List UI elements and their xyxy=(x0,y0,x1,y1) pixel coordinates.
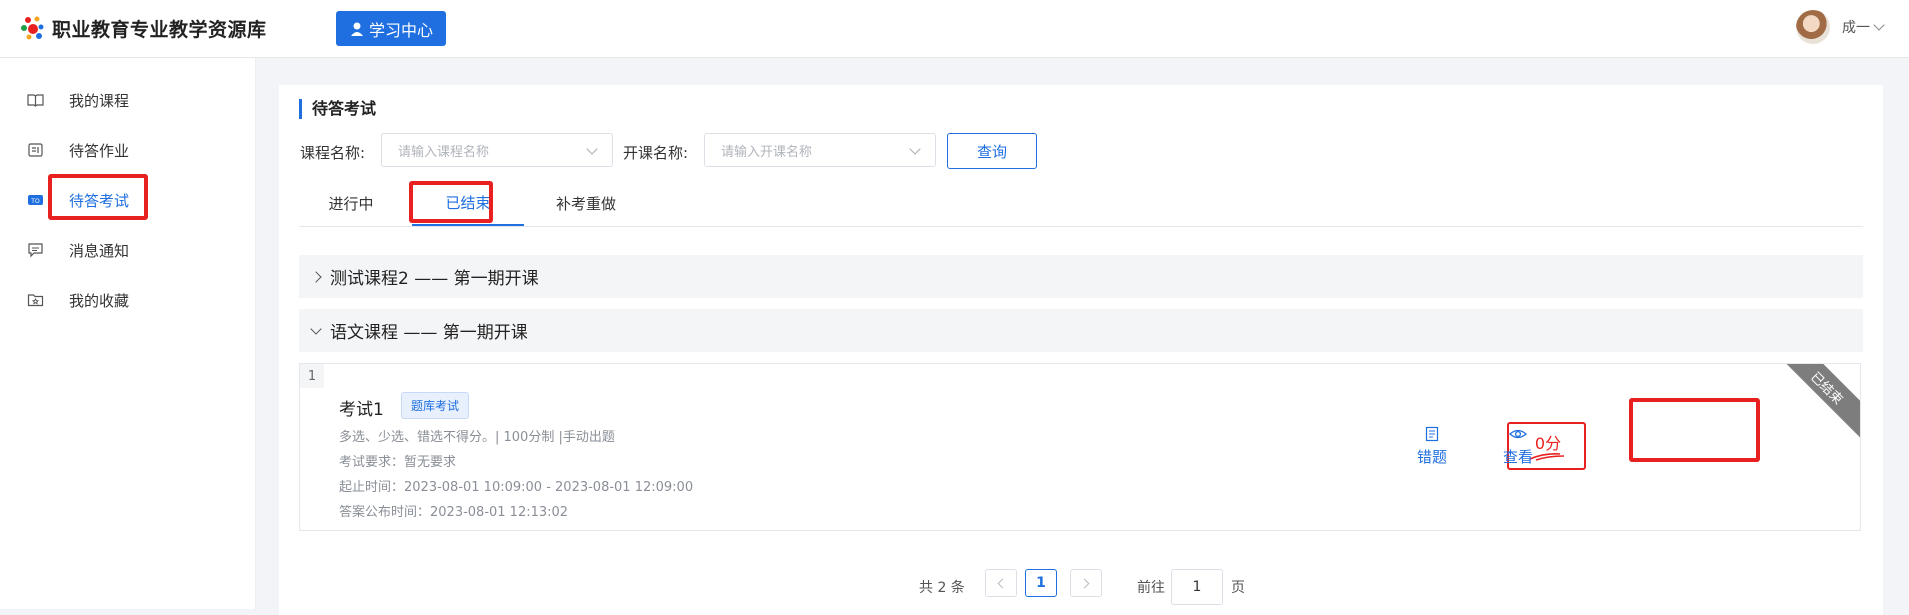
wrong-questions-icon xyxy=(1425,426,1439,442)
page-title: 待答考试 xyxy=(299,99,376,119)
highlight-box-tab xyxy=(409,181,493,223)
logo-text: 职业教育专业教学资源库 xyxy=(52,18,267,41)
top-header: 职业教育专业教学资源库 学习中心 成一 xyxy=(0,0,1909,58)
answer-publish-time: 答案公布时间：2023-08-01 12:13:02 xyxy=(339,505,569,520)
avatar[interactable] xyxy=(1796,10,1830,44)
course-group-collapsed[interactable]: 测试课程2 —— 第一期开课 xyxy=(299,255,1863,298)
course-name-select[interactable]: 请输入课程名称 xyxy=(381,133,613,167)
class-name-placeholder: 请输入开课名称 xyxy=(721,144,813,160)
pagination: 共 2 条 1 前往 1 页 xyxy=(279,569,1883,605)
chevron-down-icon xyxy=(586,143,598,155)
course-group-title: 测试课程2 —— 第一期开课 xyxy=(330,269,539,289)
learning-center-button[interactable]: 学习中心 xyxy=(336,11,446,46)
sidebar-item-homework[interactable]: 待答作业 xyxy=(0,130,255,170)
sidebar: 我的课程 待答作业 TO 待答考试 消息通知 我的收藏 xyxy=(0,58,256,609)
highlight-box-sidebar xyxy=(48,174,148,220)
wrong-questions-label: 错题 xyxy=(1416,448,1447,466)
course-name-placeholder: 请输入课程名称 xyxy=(398,144,490,160)
exam-name: 考试1 xyxy=(339,400,384,420)
exam-rules: 多选、少选、错选不得分。| 100分制 |手动出题 xyxy=(339,430,615,445)
sidebar-item-messages[interactable]: 消息通知 xyxy=(0,230,255,270)
page-number-current[interactable]: 1 xyxy=(1025,569,1057,597)
tab-in-progress[interactable]: 进行中 xyxy=(311,181,391,226)
chevron-down-icon xyxy=(909,143,921,155)
tab-makeup-redo[interactable]: 补考重做 xyxy=(541,181,631,226)
wrong-questions-button[interactable]: 错题 xyxy=(1407,426,1457,467)
prev-page-button[interactable] xyxy=(985,569,1017,597)
chevron-right-icon xyxy=(1079,578,1090,588)
sidebar-item-label: 消息通知 xyxy=(69,241,130,260)
view-label: 查看 xyxy=(1502,448,1533,466)
user-name: 成一 xyxy=(1842,20,1870,36)
view-button[interactable]: 查看 xyxy=(1493,426,1543,467)
next-page-button[interactable] xyxy=(1070,569,1102,597)
course-group-expanded[interactable]: 语文课程 —— 第一期开课 xyxy=(299,309,1863,352)
book-open-icon xyxy=(27,94,44,107)
message-icon xyxy=(28,243,43,258)
sidebar-item-favorites[interactable]: 我的收藏 xyxy=(0,280,255,320)
chevron-left-icon xyxy=(997,578,1008,588)
goto-suffix: 页 xyxy=(1231,580,1245,596)
class-name-label: 开课名称: xyxy=(623,144,689,162)
svg-text:TO: TO xyxy=(30,198,40,205)
sidebar-item-label: 我的课程 xyxy=(69,91,130,110)
logo-icon xyxy=(21,16,44,40)
class-name-select[interactable]: 请输入开课名称 xyxy=(704,133,936,167)
sidebar-item-label: 我的收藏 xyxy=(69,291,130,310)
eye-icon xyxy=(1509,429,1527,439)
status-ribbon: 已结束 xyxy=(1776,364,1860,439)
exam-card: 1 考试1 题库考试 多选、少选、错选不得分。| 100分制 |手动出题 考试要… xyxy=(299,363,1861,531)
goto-prefix: 前往 xyxy=(1137,580,1165,596)
exam-type-tag: 题库考试 xyxy=(401,392,470,419)
status-tabs: 进行中 已结束 补考重做 xyxy=(299,181,1863,227)
chevron-down-icon xyxy=(1873,19,1885,31)
exam-index: 1 xyxy=(300,364,324,388)
query-button[interactable]: 查询 xyxy=(947,133,1037,169)
course-name-label: 课程名称: xyxy=(300,144,366,162)
pagination-total: 共 2 条 xyxy=(919,580,965,596)
favorite-folder-icon xyxy=(27,294,44,307)
exam-requirement: 考试要求：暂无要求 xyxy=(339,455,457,470)
main-panel: 待答考试 课程名称: 请输入课程名称 开课名称: 请输入开课名称 查询 进行中 … xyxy=(279,85,1883,615)
homework-icon xyxy=(28,143,43,157)
goto-page-input[interactable]: 1 xyxy=(1171,569,1223,605)
site-logo[interactable]: 职业教育专业教学资源库 xyxy=(20,13,267,43)
course-group-title: 语文课程 —— 第一期开课 xyxy=(330,323,528,343)
learning-center-label: 学习中心 xyxy=(368,20,433,40)
sidebar-item-my-courses[interactable]: 我的课程 xyxy=(0,80,255,120)
exam-icon: TO xyxy=(28,195,43,205)
highlight-box-actions xyxy=(1629,398,1760,462)
chevron-right-icon xyxy=(310,270,322,283)
student-icon xyxy=(350,22,363,36)
exam-time-range: 起止时间：2023-08-01 10:09:00 - 2023-08-01 12… xyxy=(339,480,694,495)
sidebar-item-label: 待答作业 xyxy=(69,141,130,160)
user-menu[interactable]: 成一 xyxy=(1796,10,1885,44)
chevron-down-icon xyxy=(310,322,322,335)
